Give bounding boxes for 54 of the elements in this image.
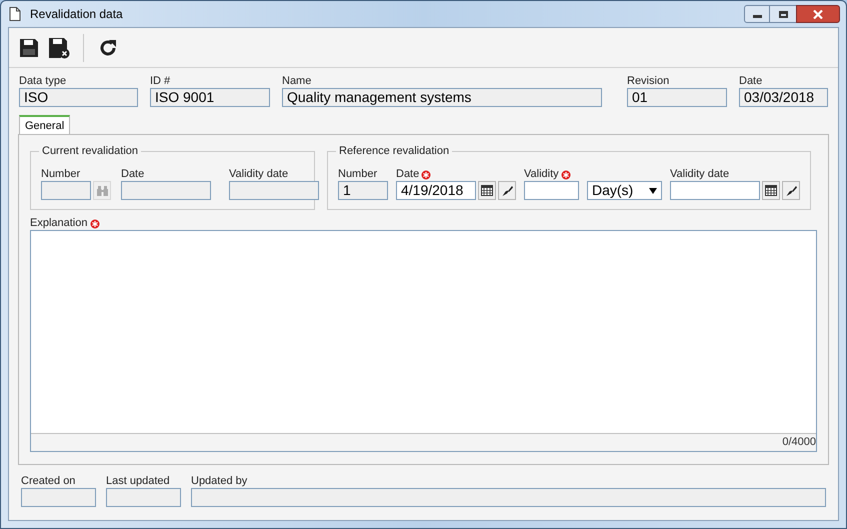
text-field[interactable]: 03/03/2018 [739, 88, 828, 107]
calendar-button[interactable] [478, 181, 496, 200]
field-label: Date [396, 168, 420, 181]
text-field[interactable]: 4/19/2018 [396, 181, 476, 200]
minimize-button[interactable] [744, 5, 770, 23]
text-field[interactable] [229, 181, 319, 200]
text-field[interactable]: ISO 9001 [150, 88, 270, 107]
close-button[interactable] [796, 5, 840, 23]
text-field[interactable] [41, 181, 91, 200]
text-field[interactable] [106, 488, 181, 507]
close-icon [813, 10, 823, 18]
text-field[interactable] [191, 488, 826, 507]
field-label: Validity date [229, 168, 290, 181]
field-label: Number [338, 168, 378, 181]
field-label: Name [282, 75, 312, 88]
maximize-button[interactable] [770, 5, 796, 23]
text-field[interactable]: 01 [627, 88, 727, 107]
text-field[interactable] [670, 181, 760, 200]
calendar-icon [765, 185, 777, 196]
field-label: Date [121, 168, 146, 181]
text-field[interactable]: 1 [338, 181, 388, 200]
unit-dropdown[interactable]: Day(s) [587, 181, 662, 200]
field-label: Created on [21, 475, 76, 488]
explanation-textarea[interactable]: 0/4000 [30, 230, 817, 452]
character-counter: 0/4000 [782, 435, 816, 450]
field-label: Validity [524, 168, 559, 181]
calendar-button[interactable] [762, 181, 780, 200]
clear-button[interactable] [782, 181, 800, 200]
text-field[interactable] [21, 488, 96, 507]
field-label: Data type [19, 75, 68, 88]
brush-icon [785, 184, 797, 196]
field-label: Date [739, 75, 764, 88]
text-field[interactable]: ISO [19, 88, 138, 107]
refresh-icon [98, 38, 118, 58]
clear-button[interactable] [498, 181, 516, 200]
field-label: Explanation [30, 217, 88, 230]
field-label: Revision [627, 75, 670, 88]
field-label: Validity date [670, 168, 730, 181]
field-label: Number [41, 168, 82, 181]
field-label: Updated by [191, 475, 248, 488]
tab[interactable]: General [19, 115, 70, 135]
dropdown-arrow-icon [649, 188, 657, 194]
field-label: ID # [150, 75, 172, 88]
floppy-disk-close-icon [48, 36, 70, 58]
save-and-close-button[interactable] [47, 36, 71, 60]
brush-icon [501, 184, 513, 196]
calendar-icon [481, 185, 493, 196]
text-field[interactable] [524, 181, 579, 200]
text-field[interactable] [121, 181, 211, 200]
binoculars-icon [96, 186, 108, 196]
window-title: Revalidation data [30, 6, 123, 23]
document-icon [9, 7, 21, 21]
text-field[interactable]: Quality management systems [282, 88, 602, 107]
field-label: Last updated [106, 475, 171, 488]
